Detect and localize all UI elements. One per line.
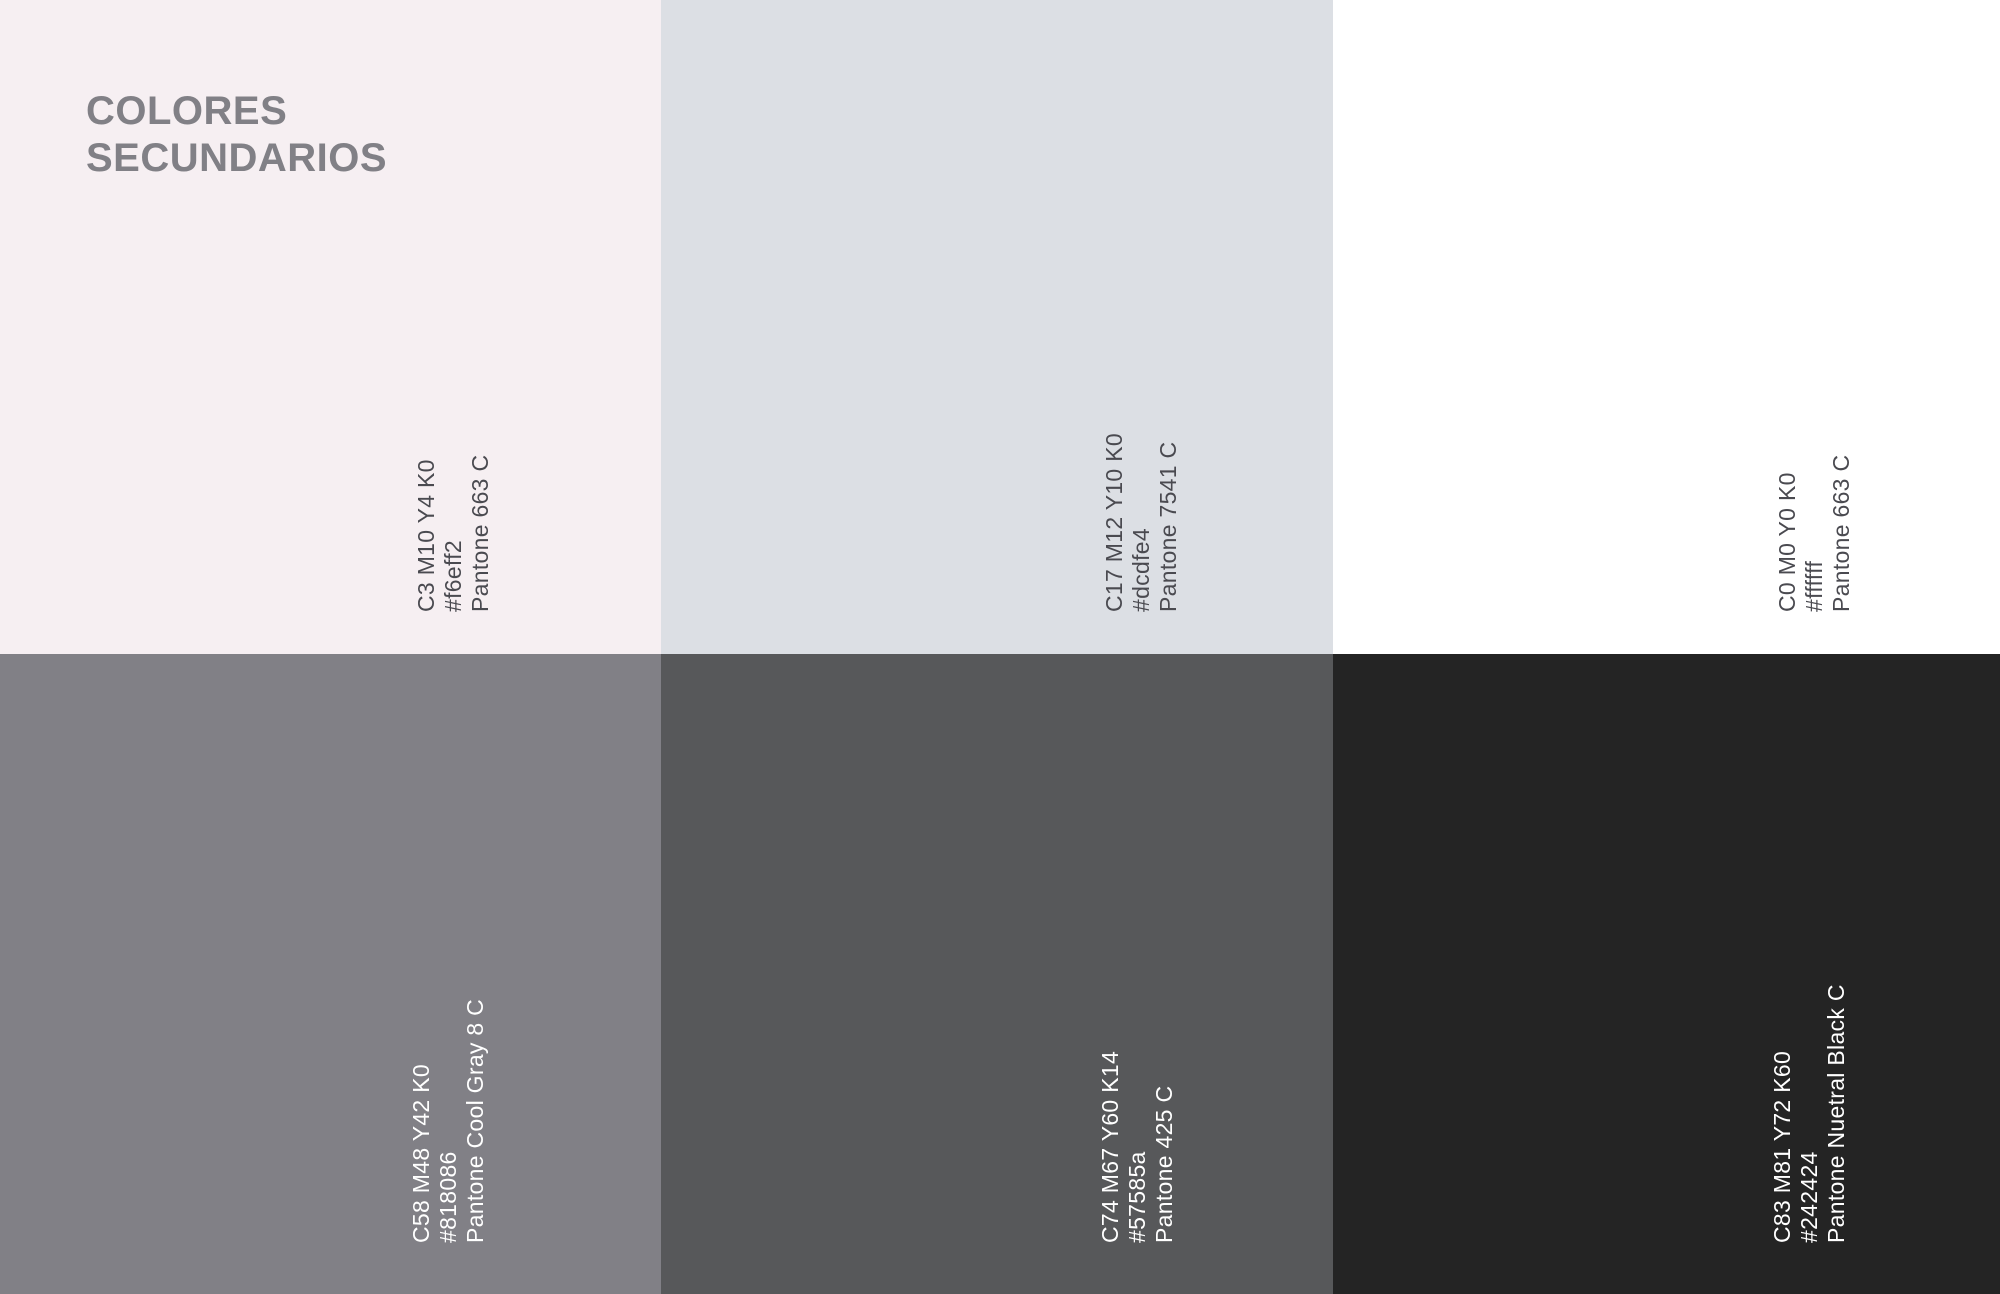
pantone-value: Pantone Cool Gray 8 C: [462, 998, 488, 1243]
swatch-pale-blue-gray: C17 M12 Y10 K0 #dcdfe4 Pantone 7541 C: [661, 0, 1333, 654]
hex-value: #818086: [435, 1151, 461, 1243]
title-line-1: COLORES: [86, 89, 288, 133]
cmyk-value: C74 M67 Y60 K14: [1097, 1050, 1123, 1243]
pantone-value: Pantone 7541 C: [1155, 441, 1181, 612]
hex-value: #dcdfe4: [1128, 528, 1154, 612]
pantone-value: Pantone Nuetral Black C: [1823, 984, 1849, 1243]
color-palette: COLORES SECUNDARIOS C3 M10 Y4 K0 #f6eff2…: [0, 0, 2000, 1294]
title-line-2: SECUNDARIOS: [86, 136, 388, 180]
hex-value: #f6eff2: [440, 539, 466, 612]
hex-value: #57585a: [1124, 1151, 1150, 1243]
cmyk-value: C17 M12 Y10 K0: [1101, 433, 1127, 612]
cmyk-value: C83 M81 Y72 K60: [1769, 1050, 1795, 1243]
swatch-pale-pink: COLORES SECUNDARIOS C3 M10 Y4 K0 #f6eff2…: [0, 0, 661, 654]
cmyk-value: C3 M10 Y4 K0: [413, 459, 439, 612]
swatch-cool-gray: C58 M48 Y42 K0 #818086 Pantone Cool Gray…: [0, 654, 661, 1294]
pantone-value: Pantone 663 C: [1828, 454, 1854, 612]
swatch-dark-gray: C74 M67 Y60 K14 #57585a Pantone 425 C: [661, 654, 1333, 1294]
pantone-value: Pantone 663 C: [467, 454, 493, 612]
swatch-white: C0 M0 Y0 K0 #ffffff Pantone 663 C: [1333, 0, 2000, 654]
page-title: COLORES SECUNDARIOS: [86, 88, 387, 182]
pantone-value: Pantone 425 C: [1151, 1085, 1177, 1243]
hex-value: #ffffff: [1801, 560, 1827, 612]
swatch-near-black: C83 M81 Y72 K60 #242424 Pantone Nuetral …: [1333, 654, 2000, 1294]
hex-value: #242424: [1796, 1151, 1822, 1243]
cmyk-value: C0 M0 Y0 K0: [1774, 472, 1800, 612]
cmyk-value: C58 M48 Y42 K0: [408, 1064, 434, 1243]
